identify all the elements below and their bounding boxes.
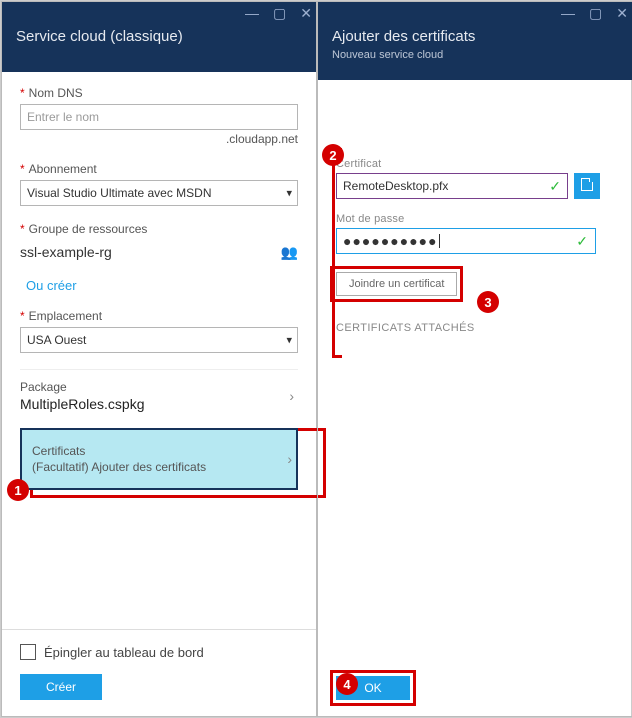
callout-badge-1: 1	[7, 479, 29, 501]
subscription-field: *Abonnement ▾	[20, 162, 298, 206]
left-bottom-bar: Épingler au tableau de bord Créer	[2, 629, 316, 716]
users-icon: 👥	[281, 244, 298, 261]
right-subtitle: Nouveau service cloud	[332, 49, 618, 61]
location-value[interactable]	[20, 327, 298, 353]
left-pane: ― ▢ ✕ Service cloud (classique) *Nom DNS…	[1, 1, 317, 717]
close-icon[interactable]: ✕	[300, 6, 312, 20]
window-controls-right: ― ▢ ✕	[561, 6, 628, 20]
location-select[interactable]: ▾	[20, 327, 298, 353]
left-titlebar: ― ▢ ✕ Service cloud (classique)	[2, 2, 316, 72]
subscription-value[interactable]	[20, 180, 298, 206]
subscription-label: Abonnement	[29, 162, 97, 176]
minimize-icon[interactable]: ―	[245, 6, 259, 20]
dns-label: Nom DNS	[29, 86, 83, 100]
location-field: *Emplacement ▾	[20, 309, 298, 353]
rg-label: Groupe de ressources	[29, 222, 148, 236]
left-content: *Nom DNS .cloudapp.net *Abonnement ▾ *Gr…	[2, 72, 316, 716]
cert-label: Certificats	[32, 444, 290, 458]
window-controls-left: ― ▢ ✕	[245, 6, 312, 20]
create-rg-link[interactable]: Ou créer	[26, 278, 77, 293]
callout-badge-4: 4	[336, 673, 358, 695]
right-title: Ajouter des certificats	[332, 28, 618, 45]
browse-button[interactable]	[574, 173, 600, 199]
cert-sub: (Facultatif) Ajouter des certificats	[32, 460, 290, 474]
cert-input[interactable]: RemoteDesktop.pfx ✓	[336, 173, 568, 199]
certificates-nav[interactable]: Certificats (Facultatif) Ajouter des cer…	[20, 428, 298, 490]
folder-icon	[581, 182, 593, 191]
dns-input[interactable]	[20, 104, 298, 130]
package-value: MultipleRoles.cspkg	[20, 396, 292, 412]
check-icon: ✓	[576, 233, 589, 250]
package-label: Package	[20, 380, 292, 394]
chevron-right-icon: ›	[289, 388, 294, 404]
password-field: Mot de passe ●●●●●●●●●● ✓	[336, 213, 614, 254]
left-title: Service cloud (classique)	[16, 28, 302, 45]
check-icon: ✓	[549, 178, 561, 195]
callout-badge-3: 3	[477, 291, 499, 313]
cert-field: Certificat RemoteDesktop.pfx ✓	[336, 158, 614, 199]
attached-heading: CERTIFICATS ATTACHÉS	[336, 322, 614, 334]
location-label: Emplacement	[29, 309, 102, 323]
password-value: ●●●●●●●●●●	[343, 233, 438, 249]
rg-value[interactable]	[20, 240, 281, 264]
maximize-icon[interactable]: ▢	[273, 6, 286, 20]
pin-checkbox-row[interactable]: Épingler au tableau de bord	[20, 644, 298, 660]
text-cursor	[439, 234, 440, 248]
dns-field: *Nom DNS .cloudapp.net	[20, 86, 298, 146]
resource-group-field: *Groupe de ressources 👥	[20, 222, 298, 264]
close-icon[interactable]: ✕	[616, 6, 628, 20]
rg-row[interactable]: 👥	[20, 240, 298, 264]
right-pane: ― ▢ ✕ Ajouter des certificats Nouveau se…	[317, 1, 632, 717]
right-content: Certificat RemoteDesktop.pfx ✓ Mot de pa…	[318, 80, 632, 716]
create-button[interactable]: Créer	[20, 674, 102, 700]
cert-label: Certificat	[336, 158, 614, 170]
maximize-icon[interactable]: ▢	[589, 6, 602, 20]
checkbox-icon[interactable]	[20, 644, 36, 660]
right-titlebar: ― ▢ ✕ Ajouter des certificats Nouveau se…	[318, 2, 632, 80]
package-nav[interactable]: Package MultipleRoles.cspkg ›	[20, 369, 298, 422]
attach-certificate-button[interactable]: Joindre un certificat	[336, 272, 457, 296]
password-label: Mot de passe	[336, 213, 614, 225]
cert-value: RemoteDesktop.pfx	[343, 179, 448, 193]
pin-label: Épingler au tableau de bord	[44, 645, 204, 660]
dns-suffix: .cloudapp.net	[20, 132, 298, 146]
subscription-select[interactable]: ▾	[20, 180, 298, 206]
password-input[interactable]: ●●●●●●●●●● ✓	[336, 228, 596, 254]
callout-badge-2: 2	[322, 144, 344, 166]
minimize-icon[interactable]: ―	[561, 6, 575, 20]
chevron-right-icon: ›	[287, 451, 292, 467]
